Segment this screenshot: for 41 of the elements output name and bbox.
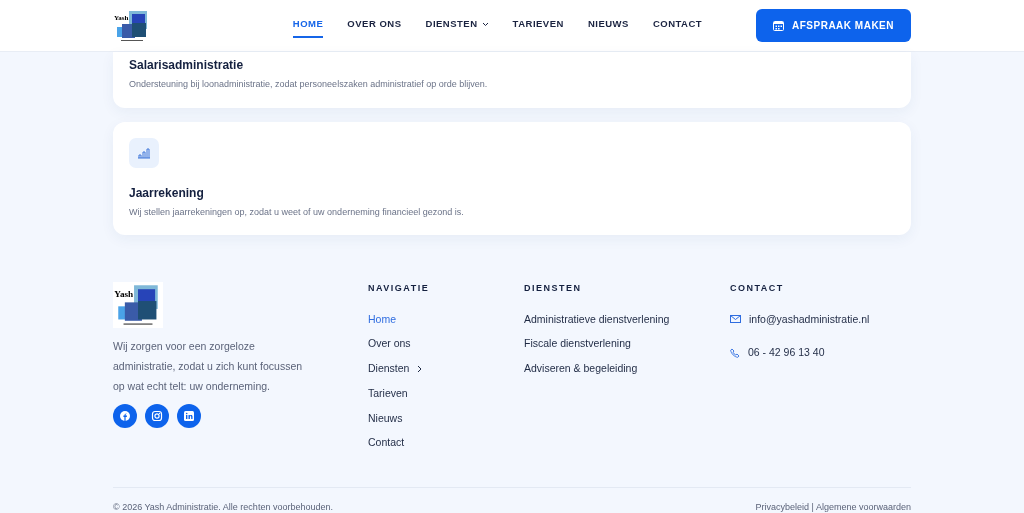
copyright-text: © 2026 Yash Administratie. Alle rechten voorbehouden. bbox=[113, 501, 333, 513]
footer-link[interactable]: Administratieve dienstverlening bbox=[524, 311, 670, 328]
service-title: Salarisadministratie bbox=[129, 57, 245, 74]
about-text: Wij zorgen voor een zorgeloze administratie, zodat u zich kunt focussen op wat echt telt: uw onderneming. bbox=[113, 339, 304, 394]
footer-link[interactable]: Nieuws bbox=[368, 410, 403, 427]
email-link[interactable]: info@yashadministratie.nl bbox=[749, 311, 870, 328]
footer-link[interactable]: Home bbox=[368, 311, 396, 328]
nav-link[interactable]: HOME bbox=[292, 13, 324, 38]
nav-link[interactable]: NIEUWS bbox=[587, 13, 629, 38]
facebook-icon bbox=[119, 410, 131, 422]
chart-icon bbox=[129, 137, 159, 168]
footer-link[interactable]: Over ons bbox=[368, 336, 411, 352]
linkedin-icon bbox=[183, 410, 195, 422]
service-description: Wij stellen jaarrekeningen op, zodat u weet of uw onderneming financieel gezond is. bbox=[129, 205, 465, 219]
footer-link[interactable]: Adviseren & begeleiding bbox=[524, 361, 638, 377]
mail-icon bbox=[730, 315, 741, 324]
legal-links[interactable]: Privacybeleid | Algemene voorwaarden bbox=[755, 501, 911, 513]
footer-link[interactable]: Tarieven bbox=[368, 385, 408, 402]
chevron-down-icon bbox=[481, 22, 489, 27]
phone-link[interactable]: 06 - 42 96 13 40 bbox=[748, 345, 825, 361]
nav-link[interactable]: DIENSTEN bbox=[425, 13, 489, 38]
nav-link[interactable]: TARIEVEN bbox=[512, 13, 564, 38]
calendar-icon bbox=[773, 20, 784, 31]
linkedin-button[interactable] bbox=[177, 404, 201, 428]
footer-link[interactable]: Diensten bbox=[368, 361, 423, 377]
nav-link[interactable]: CONTACT bbox=[652, 13, 703, 38]
facebook-button[interactable] bbox=[113, 404, 137, 428]
service-title: Jaarrekening bbox=[129, 184, 205, 202]
column-heading: CONTACT bbox=[730, 282, 785, 295]
logo: Yash bbox=[113, 282, 163, 328]
column-heading: DIENSTEN bbox=[524, 282, 583, 295]
instagram-button[interactable] bbox=[145, 404, 169, 428]
column-heading: NAVIGATIE bbox=[368, 282, 431, 295]
service-description: Ondersteuning bij loonadministratie, zodat personeelszaken administratief op orde blijven. bbox=[129, 78, 489, 91]
footer-link[interactable]: Contact bbox=[368, 435, 405, 451]
footer-link[interactable]: Fiscale dienstverlening bbox=[524, 336, 631, 352]
chevron-right-icon bbox=[417, 364, 423, 373]
appointment-button[interactable]: AFSPRAAK MAKEN bbox=[756, 9, 911, 42]
nav-link[interactable]: OVER ONS bbox=[347, 13, 402, 38]
phone-icon bbox=[730, 348, 740, 359]
instagram-icon bbox=[151, 410, 163, 422]
